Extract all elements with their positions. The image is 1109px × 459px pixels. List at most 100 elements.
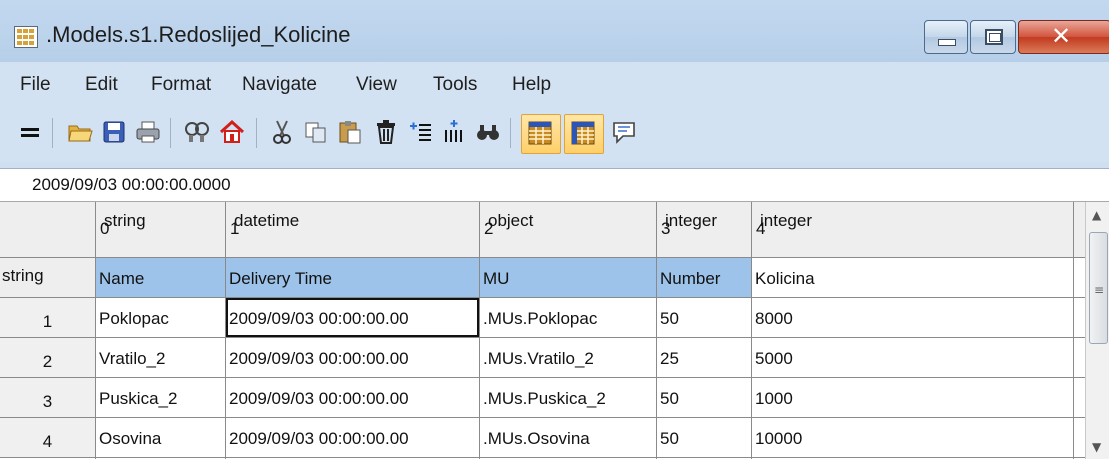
window-title: .Models.s1.Redoslijed_Kolicine (46, 22, 351, 47)
column-name-label: Number (660, 269, 721, 288)
column-name-1[interactable]: Delivery Time (226, 258, 480, 298)
cell-value: .MUs.Osovina (483, 429, 590, 448)
insert-rows-icon[interactable] (406, 118, 434, 146)
menu-file[interactable]: File (20, 74, 51, 96)
column-type-header-overflow (1074, 202, 1085, 258)
scroll-up-icon[interactable]: ▲ (1092, 208, 1101, 222)
show-header-toggle[interactable] (521, 114, 561, 154)
table-cell[interactable]: .MUs.Poklopac (480, 298, 657, 338)
column-type-header-0[interactable]: string 0 (96, 202, 226, 258)
minimize-button[interactable] (924, 20, 968, 54)
cell-value: 10000 (755, 429, 803, 448)
close-button[interactable]: ✕ (1018, 20, 1109, 54)
table-cell[interactable]: 50 (657, 378, 752, 418)
menu-edit[interactable]: Edit (85, 74, 118, 96)
menu-tools[interactable]: Tools (433, 74, 477, 96)
title-bar[interactable]: .Models.s1.Redoslijed_Kolicine ✕ (0, 0, 1109, 62)
copy-icon[interactable] (302, 118, 330, 146)
table-cell[interactable]: Puskica_2 (96, 378, 226, 418)
paste-icon[interactable] (336, 118, 364, 146)
column-type: string (104, 211, 146, 230)
equals-icon[interactable] (16, 118, 44, 146)
table-cell[interactable]: 50 (657, 418, 752, 458)
open-folder-icon[interactable] (66, 118, 94, 146)
row-index-cell[interactable]: 1 (0, 298, 96, 338)
cut-icon[interactable] (268, 118, 296, 146)
corner-cell[interactable] (0, 202, 96, 258)
table-cell[interactable]: 2009/09/03 00:00:00.00 (226, 338, 480, 378)
cell-value: Osovina (99, 429, 162, 448)
cell-value: 50 (660, 309, 679, 328)
menu-navigate[interactable]: Navigate (242, 74, 317, 96)
row-index-label: 1 (42, 312, 53, 331)
row-index-cell[interactable]: 3 (0, 378, 96, 418)
table-cell[interactable]: .MUs.Osovina (480, 418, 657, 458)
comment-icon[interactable] (610, 118, 638, 146)
cell-value: .MUs.Vratilo_2 (483, 349, 594, 368)
print-icon[interactable] (134, 118, 162, 146)
column-name-2[interactable]: MU (480, 258, 657, 298)
table-cell[interactable]: .MUs.Vratilo_2 (480, 338, 657, 378)
scroll-down-icon[interactable]: ▼ (1092, 440, 1101, 454)
menu-help[interactable]: Help (512, 74, 551, 96)
home-icon[interactable] (218, 118, 246, 146)
row-index-cell[interactable]: 4 (0, 418, 96, 458)
table-cell[interactable]: 8000 (752, 298, 1074, 338)
cell-value: Puskica_2 (99, 389, 178, 408)
table-cell[interactable]: .MUs.Puskica_2 (480, 378, 657, 418)
table-cell[interactable]: 50 (657, 298, 752, 338)
close-icon: ✕ (1051, 22, 1072, 50)
delete-icon[interactable] (372, 118, 400, 146)
cell-value: .MUs.Puskica_2 (483, 389, 606, 408)
show-index-toggle[interactable] (564, 114, 604, 154)
table-cell[interactable]: 1000 (752, 378, 1074, 418)
row-index-cell[interactable]: 2 (0, 338, 96, 378)
overflow-cell (1074, 298, 1085, 338)
cell-value: 2009/09/03 00:00:00.00 (229, 309, 409, 328)
cell-value: 2009/09/03 00:00:00.00 (229, 349, 409, 368)
vertical-scrollbar[interactable]: ▲ ≡ ▼ (1085, 202, 1109, 459)
menu-bar: File Edit Format Navigate View Tools Hel… (0, 62, 1109, 104)
find-icon[interactable] (474, 118, 502, 146)
save-icon[interactable] (100, 118, 128, 146)
overflow-cell (1074, 338, 1085, 378)
cell-value-bar[interactable]: 2009/09/03 00:00:00.0000 (0, 169, 1109, 202)
insert-columns-icon[interactable] (440, 118, 468, 146)
table-cell[interactable]: 5000 (752, 338, 1074, 378)
table-view: 2009/09/03 00:00:00.0000 string 0 datetim… (0, 168, 1109, 459)
cell-value: 8000 (755, 309, 793, 328)
menu-view[interactable]: View (356, 74, 397, 96)
table-cell[interactable]: 2009/09/03 00:00:00.00 (226, 298, 480, 338)
column-type: datetime (234, 211, 300, 230)
table-cell[interactable]: 2009/09/03 00:00:00.00 (226, 418, 480, 458)
inherit-icon[interactable] (183, 118, 211, 146)
column-name-0[interactable]: Name (96, 258, 226, 298)
column-type-header-2[interactable]: object 2 (480, 202, 657, 258)
column-type-header-1[interactable]: datetime 1 (226, 202, 480, 258)
column-type-header-3[interactable]: integer 3 (657, 202, 752, 258)
table-cell[interactable]: 10000 (752, 418, 1074, 458)
column-name-label: Kolicina (755, 269, 815, 288)
cell-value: 2009/09/03 00:00:00.00 (229, 389, 409, 408)
toolbar (0, 104, 1109, 162)
row-header-type[interactable]: string (0, 258, 96, 298)
grip-icon: ≡ (1094, 283, 1105, 297)
table-cell[interactable]: 25 (657, 338, 752, 378)
column-name-3[interactable]: Number (657, 258, 752, 298)
row-index-label: 4 (42, 432, 53, 451)
column-name-4[interactable]: Kolicina (752, 258, 1074, 298)
table-cell[interactable]: 2009/09/03 00:00:00.00 (226, 378, 480, 418)
column-name-overflow (1074, 258, 1085, 298)
cell-value: 25 (660, 349, 679, 368)
table-cell[interactable]: Osovina (96, 418, 226, 458)
overflow-cell (1074, 418, 1085, 458)
menu-format[interactable]: Format (151, 74, 211, 96)
cell-value: 2009/09/03 00:00:00.00 (229, 429, 409, 448)
table-cell[interactable]: Poklopac (96, 298, 226, 338)
maximize-button[interactable] (970, 20, 1016, 54)
cell-value: 5000 (755, 349, 793, 368)
cell-value: Poklopac (99, 309, 169, 328)
scroll-thumb[interactable]: ≡ (1089, 232, 1108, 344)
column-type-header-4[interactable]: integer 4 (752, 202, 1074, 258)
table-cell[interactable]: Vratilo_2 (96, 338, 226, 378)
